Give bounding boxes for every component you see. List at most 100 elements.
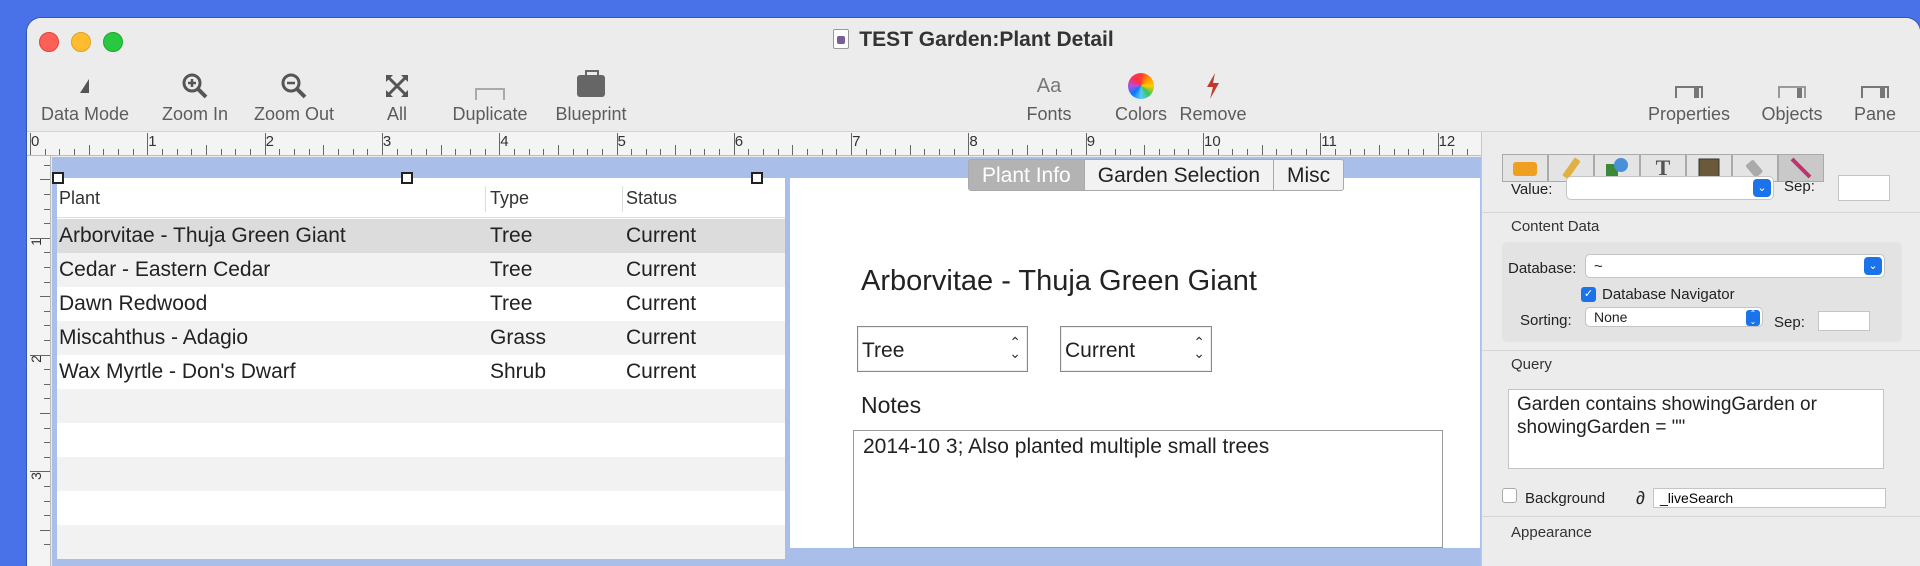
database-navigator-checkbox[interactable]: ✓ xyxy=(1581,287,1596,302)
plant-name-heading: Arborvitae - Thuja Green Giant xyxy=(861,265,1257,297)
ruler-tick xyxy=(1246,149,1248,155)
sorting-select[interactable]: None ⌃ ⌄ xyxy=(1585,307,1763,327)
ruler-tick xyxy=(469,149,471,155)
ruler-number: 1 xyxy=(27,238,44,246)
blueprint-button[interactable]: Blueprint xyxy=(548,68,634,125)
content-icon[interactable] xyxy=(1502,154,1548,182)
data-mode-button[interactable]: Data Mode xyxy=(37,68,133,125)
plant-cell: Cedar - Eastern Cedar xyxy=(59,258,271,281)
ruler-number: 3 xyxy=(382,133,392,150)
ruler-tick xyxy=(44,149,46,155)
table-row xyxy=(57,457,785,491)
properties-button[interactable]: Properties xyxy=(1637,68,1741,125)
column-header-type[interactable]: Type xyxy=(490,188,529,209)
ruler-tick xyxy=(249,149,251,155)
ruler-number: 9 xyxy=(1086,133,1096,150)
ruler-tick xyxy=(44,267,50,268)
column-header-status[interactable]: Status xyxy=(626,188,677,209)
resize-handle[interactable] xyxy=(751,172,763,184)
ruler-tick xyxy=(1188,149,1190,155)
pane-button[interactable]: Pane xyxy=(1845,68,1905,125)
table-row[interactable]: Wax Myrtle - Don's Dwarf Shrub Current xyxy=(57,355,785,389)
ruler-tick xyxy=(440,145,442,155)
ruler-tick xyxy=(1466,149,1468,155)
ruler-tick xyxy=(103,149,105,155)
ruler-tick xyxy=(205,145,207,155)
tab-misc[interactable]: Misc xyxy=(1274,160,1343,190)
objects-button[interactable]: Objects xyxy=(1752,68,1832,125)
ruler-tick xyxy=(44,325,50,327)
database-select[interactable]: ~ ⌄ xyxy=(1585,254,1885,278)
ruler-tick xyxy=(1203,133,1204,155)
zoom-out-button[interactable]: Zoom Out xyxy=(249,68,339,125)
ruler-tick xyxy=(865,149,867,155)
ruler-tick xyxy=(44,544,50,546)
duplicate-button[interactable]: Duplicate xyxy=(445,68,535,125)
ruler-tick xyxy=(601,149,603,155)
ruler-tick xyxy=(381,133,383,155)
ruler-tick xyxy=(689,149,691,155)
database-navigator-label: Database Navigator xyxy=(1602,286,1735,303)
live-search-field[interactable]: _liveSearch xyxy=(1653,488,1886,508)
notes-field[interactable]: 2014-10 3; Also planted multiple small t… xyxy=(853,430,1443,548)
all-button[interactable]: All xyxy=(372,68,422,125)
database-label: Database: xyxy=(1508,260,1577,277)
type-popup[interactable]: Tree ⌃ ⌄ xyxy=(857,326,1028,372)
fonts-button[interactable]: Aa Fonts xyxy=(1019,68,1079,125)
ruler-tick xyxy=(40,413,50,414)
ruler-tick xyxy=(704,149,706,155)
document-icon xyxy=(833,29,850,49)
appearance-title: Appearance xyxy=(1511,524,1592,541)
ruler-tick xyxy=(528,149,530,155)
vertical-ruler[interactable]: 1 2 3 xyxy=(27,156,51,566)
ruler-tick xyxy=(1422,149,1424,155)
sorting-sep-field[interactable] xyxy=(1818,311,1870,331)
type-cell: Tree xyxy=(490,258,533,281)
plant-cell: Wax Myrtle - Don's Dwarf xyxy=(59,360,296,383)
zoom-in-button[interactable]: Zoom In xyxy=(155,68,235,125)
ruler-tick xyxy=(1159,149,1160,155)
ruler-tick xyxy=(147,133,149,155)
query-field[interactable]: Garden contains showingGarden or showing… xyxy=(1508,389,1884,469)
resize-handle[interactable] xyxy=(401,172,413,184)
ruler-tick xyxy=(572,149,574,155)
expand-icon xyxy=(372,68,422,104)
ruler-tick xyxy=(616,133,618,155)
notes-label: Notes xyxy=(861,392,922,418)
table-row[interactable]: Dawn Redwood Tree Current xyxy=(57,287,785,321)
ruler-tick xyxy=(30,471,50,473)
ruler-number: 10 xyxy=(1204,133,1221,150)
column-header-plant[interactable]: Plant xyxy=(59,188,100,209)
ruler-tick xyxy=(59,149,61,155)
plant-cell: Dawn Redwood xyxy=(59,292,208,315)
tab-garden-selection[interactable]: Garden Selection xyxy=(1085,160,1275,190)
remove-button[interactable]: Remove xyxy=(1173,68,1253,125)
resize-handle[interactable] xyxy=(52,172,64,184)
horizontal-ruler[interactable]: 0 1 2 3 4 5 6 7 8 9 10 11 12 xyxy=(27,132,1542,156)
ruler-tick xyxy=(220,149,222,155)
ruler-tick xyxy=(997,149,999,155)
status-cell: Current xyxy=(626,224,697,247)
background-checkbox[interactable] xyxy=(1502,488,1517,503)
ruler-tick xyxy=(1232,149,1234,155)
briefcase-icon xyxy=(548,68,634,104)
chevron-down-icon: ⌄ xyxy=(1864,257,1882,275)
ruler-tick xyxy=(851,133,853,155)
plant-list[interactable]: Plant Type Status Arborvitae - Thuja Gre… xyxy=(57,178,785,559)
list-header: Plant Type Status xyxy=(57,178,785,218)
table-row[interactable]: Arborvitae - Thuja Green Giant Tree Curren… xyxy=(57,219,785,253)
ruler-tick xyxy=(30,133,31,155)
ruler-tick xyxy=(191,149,193,155)
status-popup[interactable]: Current ⌃ ⌄ xyxy=(1060,326,1212,372)
table-row[interactable]: Cedar - Eastern Cedar Tree Current xyxy=(57,253,785,287)
sep-field[interactable] xyxy=(1838,175,1890,201)
ruler-tick xyxy=(631,149,633,155)
ruler-tick xyxy=(44,310,50,312)
ruler-tick xyxy=(44,456,50,458)
inspector-panel: T Value: ⌄ Sep: Content Data Database: ~… xyxy=(1481,132,1920,566)
colors-button[interactable]: Colors xyxy=(1109,68,1173,125)
table-row[interactable]: Miscahthus - Adagio Grass Current xyxy=(57,321,785,355)
tab-plant-info[interactable]: Plant Info xyxy=(969,160,1085,190)
value-select[interactable]: ⌄ xyxy=(1566,176,1774,200)
lightning-icon xyxy=(1173,68,1253,104)
